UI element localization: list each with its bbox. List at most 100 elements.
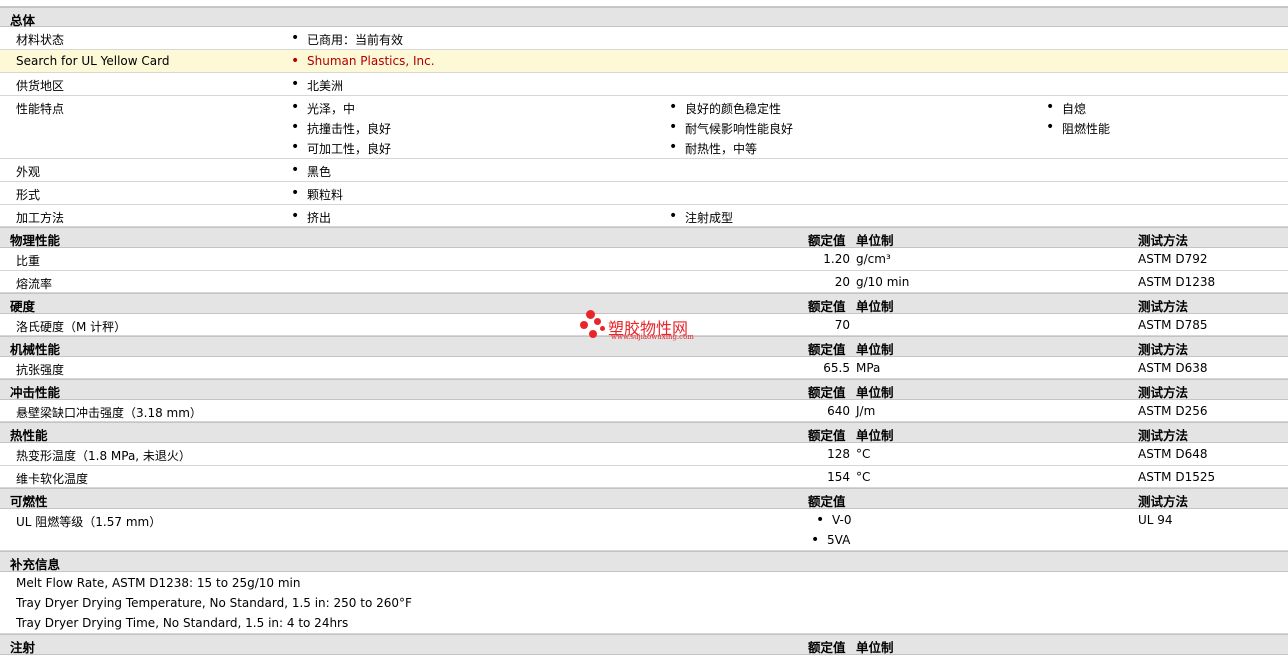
list-item: 可加工性，良好	[291, 139, 391, 157]
row-ul-flame-rating: UL 阻燃等级（1.57 mm） V-0 5VA UL 94	[0, 509, 1288, 551]
nominal-header: 额定值	[808, 494, 846, 509]
row-label: 熔流率	[16, 277, 53, 291]
row-label: 加工方法	[16, 211, 65, 225]
list-item: 耐气候影响性能良好	[669, 119, 793, 137]
row-value: 65.5	[823, 361, 850, 375]
row-value: 70	[834, 318, 850, 332]
row-label: 洛氏硬度（M 计秤）	[16, 320, 127, 334]
row-vicat: 维卡软化温度 154 °C ASTM D1525	[0, 466, 1288, 488]
method-header: 测试方法	[1138, 428, 1189, 443]
row-method: UL 94	[1138, 513, 1173, 527]
row-unit: J/m	[856, 404, 876, 418]
nominal-header: 额定值	[808, 640, 846, 655]
note-line: Tray Dryer Drying Temperature, No Standa…	[16, 596, 412, 610]
method-header: 测试方法	[1138, 342, 1189, 357]
row-material-status: 材料状态 已商用：当前有效	[0, 27, 1288, 50]
supplier-link[interactable]: Shuman Plastics, Inc.	[291, 53, 434, 69]
row-label: UL 阻燃等级（1.57 mm）	[16, 515, 162, 529]
method-header: 测试方法	[1138, 385, 1189, 400]
row-label: 外观	[16, 165, 41, 179]
section-supplemental-header: 补充信息	[0, 551, 1288, 572]
list-item: 挤出	[291, 208, 331, 226]
row-label: 性能特点	[16, 102, 65, 116]
section-injection-header: 注射 额定值 单位制	[0, 634, 1288, 655]
supplemental-notes: Melt Flow Rate, ASTM D1238: 15 to 25g/10…	[0, 572, 1288, 634]
row-value: 128	[827, 447, 850, 461]
row-label: 形式	[16, 188, 41, 202]
row-unit: g/cm³	[856, 252, 891, 266]
row-features: 性能特点 光泽，中 抗撞击性，良好 可加工性，良好 良好的颜色稳定性 耐气候影响…	[0, 96, 1288, 159]
section-title: 硬度	[10, 299, 36, 314]
section-title: 可燃性	[10, 494, 48, 509]
section-thermal-header: 热性能 额定值 单位制 测试方法	[0, 422, 1288, 443]
row-method: ASTM D648	[1138, 447, 1208, 461]
nominal-header: 额定值	[808, 342, 846, 357]
list-item: 5VA	[811, 532, 851, 548]
list-item: V-0	[816, 512, 852, 528]
section-general-header: 总体	[0, 7, 1288, 28]
note-line: Tray Dryer Drying Time, No Standard, 1.5…	[16, 616, 349, 630]
row-method: ASTM D785	[1138, 318, 1208, 332]
row-appearance: 外观 黑色	[0, 159, 1288, 182]
row-processing: 加工方法 挤出 注射成型	[0, 205, 1288, 227]
method-header: 测试方法	[1138, 494, 1189, 509]
row-label: 抗张强度	[16, 363, 65, 377]
note-line: Melt Flow Rate, ASTM D1238: 15 to 25g/10…	[16, 576, 301, 590]
row-label: 悬壁梁缺口冲击强度（3.18 mm）	[16, 406, 202, 420]
row-izod-impact: 悬壁梁缺口冲击强度（3.18 mm） 640 J/m ASTM D256	[0, 400, 1288, 422]
row-value: 154	[827, 470, 850, 484]
row-form: 形式 颗粒料	[0, 182, 1288, 205]
list-item: 耐热性，中等	[669, 139, 757, 157]
row-method: ASTM D256	[1138, 404, 1208, 418]
list-item: 注射成型	[669, 208, 733, 226]
section-flammability-header: 可燃性 额定值 测试方法	[0, 488, 1288, 509]
row-supply-region: 供货地区 北美洲	[0, 73, 1288, 96]
method-header: 测试方法	[1138, 299, 1189, 314]
row-unit: °C	[856, 447, 871, 461]
row-melt-flow: 熔流率 20 g/10 min ASTM D1238	[0, 271, 1288, 293]
unit-header: 单位制	[856, 299, 894, 314]
row-label: 材料状态	[16, 33, 65, 47]
row-method: ASTM D792	[1138, 252, 1208, 266]
section-title: 物理性能	[10, 233, 61, 248]
unit-header: 单位制	[856, 342, 894, 357]
row-value: 640	[827, 404, 850, 418]
watermark-logo: 塑胶物性网 www.sujiaowuxing.com	[580, 308, 720, 348]
top-border	[0, 0, 1288, 7]
section-impact-header: 冲击性能 额定值 单位制 测试方法	[0, 379, 1288, 400]
section-title: 注射	[10, 640, 36, 655]
list-item: 抗撞击性，良好	[291, 119, 391, 137]
row-value: 20	[834, 275, 850, 289]
list-item: 已商用：当前有效	[291, 30, 403, 48]
nominal-header: 额定值	[808, 385, 846, 400]
nominal-header: 额定值	[808, 233, 846, 248]
section-title: 冲击性能	[10, 385, 61, 400]
nominal-header: 额定值	[808, 428, 846, 443]
row-specific-gravity: 比重 1.20 g/cm³ ASTM D792	[0, 248, 1288, 271]
unit-header: 单位制	[856, 428, 894, 443]
list-item: 北美洲	[291, 76, 343, 94]
method-header: 测试方法	[1138, 233, 1189, 248]
section-title: 补充信息	[10, 557, 61, 572]
list-item: 黑色	[291, 162, 331, 180]
list-item: 阻燃性能	[1046, 119, 1110, 137]
unit-header: 单位制	[856, 233, 894, 248]
row-method: ASTM D1525	[1138, 470, 1216, 484]
row-tensile-strength: 抗张强度 65.5 MPa ASTM D638	[0, 357, 1288, 379]
row-label: 比重	[16, 254, 41, 268]
row-method: ASTM D638	[1138, 361, 1208, 375]
list-item: 良好的颜色稳定性	[669, 99, 781, 117]
unit-header: 单位制	[856, 385, 894, 400]
list-item: 光泽，中	[291, 99, 355, 117]
nominal-header: 额定值	[808, 299, 846, 314]
row-value: 1.20	[823, 252, 850, 266]
row-ul-yellow-card: Search for UL Yellow Card Shuman Plastic…	[0, 50, 1288, 73]
unit-header: 单位制	[856, 640, 894, 655]
row-label: 供货地区	[16, 79, 65, 93]
watermark-url: www.sujiaowuxing.com	[611, 333, 694, 341]
row-hdt: 热变形温度（1.8 MPa, 未退火） 128 °C ASTM D648	[0, 443, 1288, 466]
row-unit: °C	[856, 470, 871, 484]
row-method: ASTM D1238	[1138, 275, 1216, 289]
row-label: 维卡软化温度	[16, 472, 89, 486]
row-label: 热变形温度（1.8 MPa, 未退火）	[16, 449, 191, 463]
